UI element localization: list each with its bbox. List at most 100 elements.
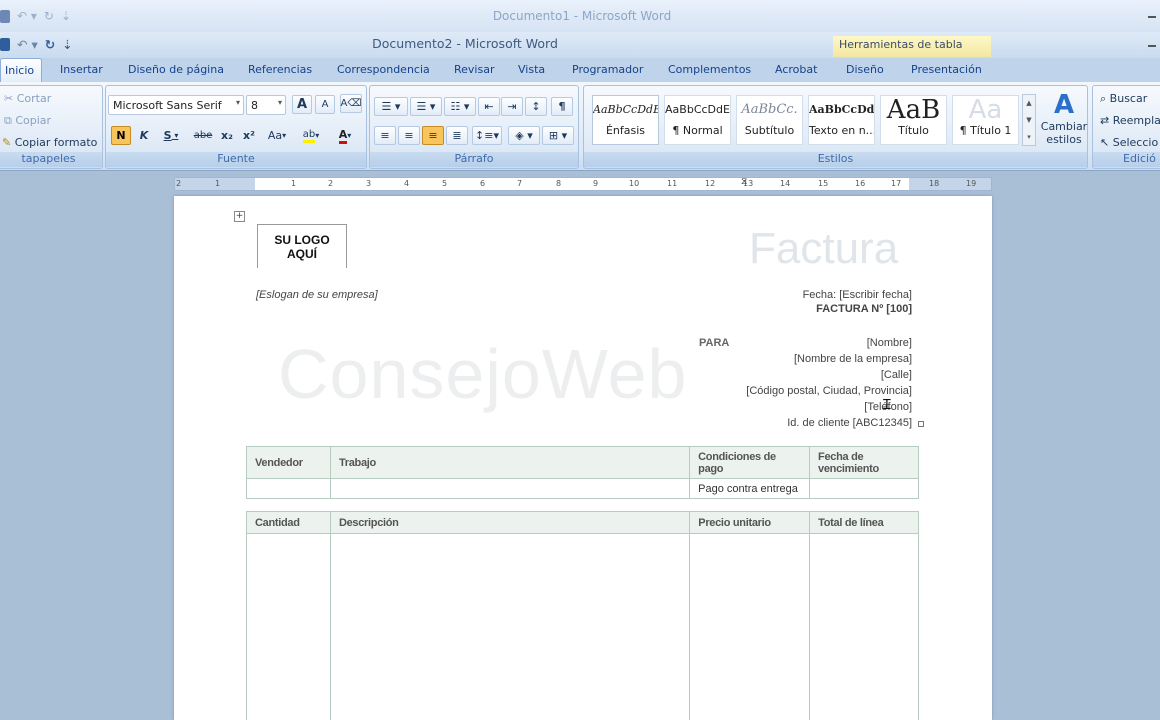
align-right-button[interactable]: ≡ bbox=[422, 126, 444, 145]
customize-icon[interactable]: ⇣ bbox=[61, 9, 71, 23]
style-titulo-1[interactable]: Aa ¶ Título 1 bbox=[952, 95, 1019, 145]
tab-vista[interactable]: Vista bbox=[518, 63, 545, 76]
save-icon[interactable] bbox=[0, 9, 10, 23]
cut-label: Cortar bbox=[16, 92, 52, 105]
tab-acrobat[interactable]: Acrobat bbox=[775, 63, 817, 76]
change-styles-button[interactable]: A Cambiar estilos bbox=[1040, 90, 1088, 152]
highlight-button[interactable]: ab ▾ bbox=[296, 126, 326, 145]
tab-correspondencia[interactable]: Correspondencia bbox=[337, 63, 430, 76]
sort-button[interactable]: ↕ bbox=[525, 97, 547, 116]
indent-marker-icon[interactable]: ⧖ bbox=[741, 178, 747, 187]
format-painter-button[interactable]: ✎ Copiar formato bbox=[0, 133, 100, 152]
find-button[interactable]: ⌕ Buscar bbox=[1097, 89, 1150, 108]
sales-info-table[interactable]: Vendedor Trabajo Condiciones de pago Fec… bbox=[246, 446, 919, 499]
table-move-handle-icon[interactable]: + bbox=[234, 211, 245, 222]
minimize-icon[interactable] bbox=[1148, 45, 1156, 47]
numbering-button[interactable]: ☰ ▾ bbox=[410, 97, 442, 116]
tab-revisar[interactable]: Revisar bbox=[454, 63, 494, 76]
ruler-number: 19 bbox=[966, 179, 977, 188]
company-name-field[interactable]: [Nombre de la empresa] bbox=[794, 353, 912, 365]
align-left-button[interactable]: ≡ bbox=[374, 126, 396, 145]
font-color-button[interactable]: A ▾ bbox=[330, 126, 360, 145]
tab-referencias[interactable]: Referencias bbox=[248, 63, 312, 76]
table-cell[interactable] bbox=[809, 478, 919, 499]
ruler-number: 6 bbox=[480, 179, 486, 188]
grow-font-button[interactable]: A bbox=[292, 95, 312, 114]
tab-diseno-pagina[interactable]: Diseño de página bbox=[128, 63, 224, 76]
redo-icon[interactable]: ↻ bbox=[45, 37, 55, 52]
italic-button[interactable]: K bbox=[135, 126, 153, 145]
style-normal[interactable]: AaBbCcDdE ¶ Normal bbox=[664, 95, 731, 145]
tab-insertar[interactable]: Insertar bbox=[60, 63, 103, 76]
show-marks-button[interactable]: ¶ bbox=[551, 97, 573, 116]
styles-scroll[interactable]: ▲ ▼ ▾ bbox=[1022, 94, 1036, 146]
style-titulo[interactable]: AaB Título bbox=[880, 95, 947, 145]
customer-id-field[interactable]: Id. de cliente [ABC12345] bbox=[787, 417, 912, 429]
line-items-table[interactable]: Cantidad Descripción Precio unitario Tot… bbox=[246, 511, 919, 720]
minimize-icon[interactable] bbox=[1148, 16, 1156, 18]
redo-icon[interactable]: ↻ bbox=[44, 9, 54, 23]
horizontal-ruler[interactable]: 2 1 1 2 3 4 5 6 7 8 9 10 11 12 13 14 15 … bbox=[174, 177, 992, 191]
invoice-number-field[interactable]: FACTURA Nº [100] bbox=[816, 303, 912, 315]
table-header-cell[interactable]: Trabajo bbox=[329, 446, 691, 479]
table-header-cell[interactable]: Vendedor bbox=[246, 446, 331, 479]
bullets-button[interactable]: ☰ ▾ bbox=[374, 97, 408, 116]
undo-icon[interactable]: ↶ ▾ bbox=[17, 37, 38, 52]
justify-button[interactable]: ≣ bbox=[446, 126, 468, 145]
style-texto-en-negrita[interactable]: AaBbCcDdI Texto en n... bbox=[808, 95, 875, 145]
tab-complementos[interactable]: Complementos bbox=[668, 63, 751, 76]
font-size-select[interactable]: 8 ▾ bbox=[246, 95, 286, 115]
table-header-cell[interactable]: Total de línea bbox=[809, 511, 919, 534]
tab-diseno[interactable]: Diseño bbox=[846, 63, 884, 76]
table-cell[interactable] bbox=[246, 533, 331, 720]
date-field[interactable]: Fecha: [Escribir fecha] bbox=[803, 289, 912, 301]
font-name-select[interactable]: Microsoft Sans Serif ▾ bbox=[108, 95, 244, 115]
decrease-indent-button[interactable]: ⇤ bbox=[478, 97, 500, 116]
subscript-button[interactable]: x₂ bbox=[218, 126, 236, 145]
table-cell[interactable] bbox=[809, 533, 919, 720]
style-enfasis[interactable]: AaBbCcDdE Énfasis bbox=[592, 95, 659, 145]
table-header-cell[interactable]: Precio unitario bbox=[689, 511, 811, 534]
tab-presentacion[interactable]: Presentación bbox=[911, 63, 982, 76]
table-cell[interactable] bbox=[689, 533, 811, 720]
slogan-field[interactable]: [Eslogan de su empresa] bbox=[256, 289, 378, 301]
strikethrough-button[interactable]: abe bbox=[192, 126, 214, 145]
align-center-button[interactable]: ≡ bbox=[398, 126, 420, 145]
table-header-cell[interactable]: Descripción bbox=[329, 511, 691, 534]
document-page[interactable]: + SU LOGO AQUÍ Factura ConsejoWeb [Eslog… bbox=[174, 196, 992, 720]
ruler-number: 14 bbox=[780, 179, 791, 188]
cut-button[interactable]: ✂ Cortar bbox=[1, 89, 54, 108]
change-case-button[interactable]: Aa ▾ bbox=[262, 126, 292, 145]
table-header-cell[interactable]: Cantidad bbox=[246, 511, 331, 534]
multilevel-list-button[interactable]: ☷ ▾ bbox=[444, 97, 476, 116]
table-header-cell[interactable]: Condiciones de pago bbox=[689, 446, 811, 479]
copy-button[interactable]: ⧉ Copiar bbox=[1, 111, 54, 130]
increase-indent-button[interactable]: ⇥ bbox=[501, 97, 523, 116]
style-subtitulo[interactable]: AaBbCc. Subtítulo bbox=[736, 95, 803, 145]
borders-button[interactable]: ⊞ ▾ bbox=[542, 126, 574, 145]
replace-button[interactable]: ⇄ Reempla bbox=[1097, 111, 1160, 130]
logo-placeholder[interactable]: SU LOGO AQUÍ bbox=[257, 224, 347, 268]
street-field[interactable]: [Calle] bbox=[881, 369, 912, 381]
superscript-button[interactable]: x² bbox=[240, 126, 258, 145]
underline-button[interactable]: S ▾ bbox=[159, 126, 183, 145]
save-icon[interactable] bbox=[0, 38, 10, 51]
tab-programador[interactable]: Programador bbox=[572, 63, 643, 76]
tab-inicio[interactable]: Inicio bbox=[0, 58, 42, 82]
line-spacing-button[interactable]: ↕≡▾ bbox=[472, 126, 502, 145]
chevron-down-icon: ▾ bbox=[277, 98, 282, 107]
table-header-cell[interactable]: Fecha de vencimiento bbox=[809, 446, 919, 479]
table-cell[interactable] bbox=[246, 478, 331, 499]
customer-name-field[interactable]: [Nombre] bbox=[867, 337, 912, 349]
bold-button[interactable]: N bbox=[111, 126, 131, 145]
clear-format-button[interactable]: A⌫ bbox=[340, 94, 362, 113]
undo-icon[interactable]: ↶ ▾ bbox=[17, 9, 37, 23]
select-button[interactable]: ↖ Seleccio bbox=[1097, 133, 1160, 152]
table-cell[interactable] bbox=[329, 478, 691, 499]
table-cell[interactable]: Pago contra entrega bbox=[689, 478, 811, 499]
shading-button[interactable]: ◈ ▾ bbox=[508, 126, 540, 145]
ruler-number: 1 bbox=[291, 179, 297, 188]
shrink-font-button[interactable]: A bbox=[315, 95, 335, 114]
table-cell[interactable] bbox=[329, 533, 691, 720]
customize-icon[interactable]: ⇣ bbox=[62, 37, 72, 52]
